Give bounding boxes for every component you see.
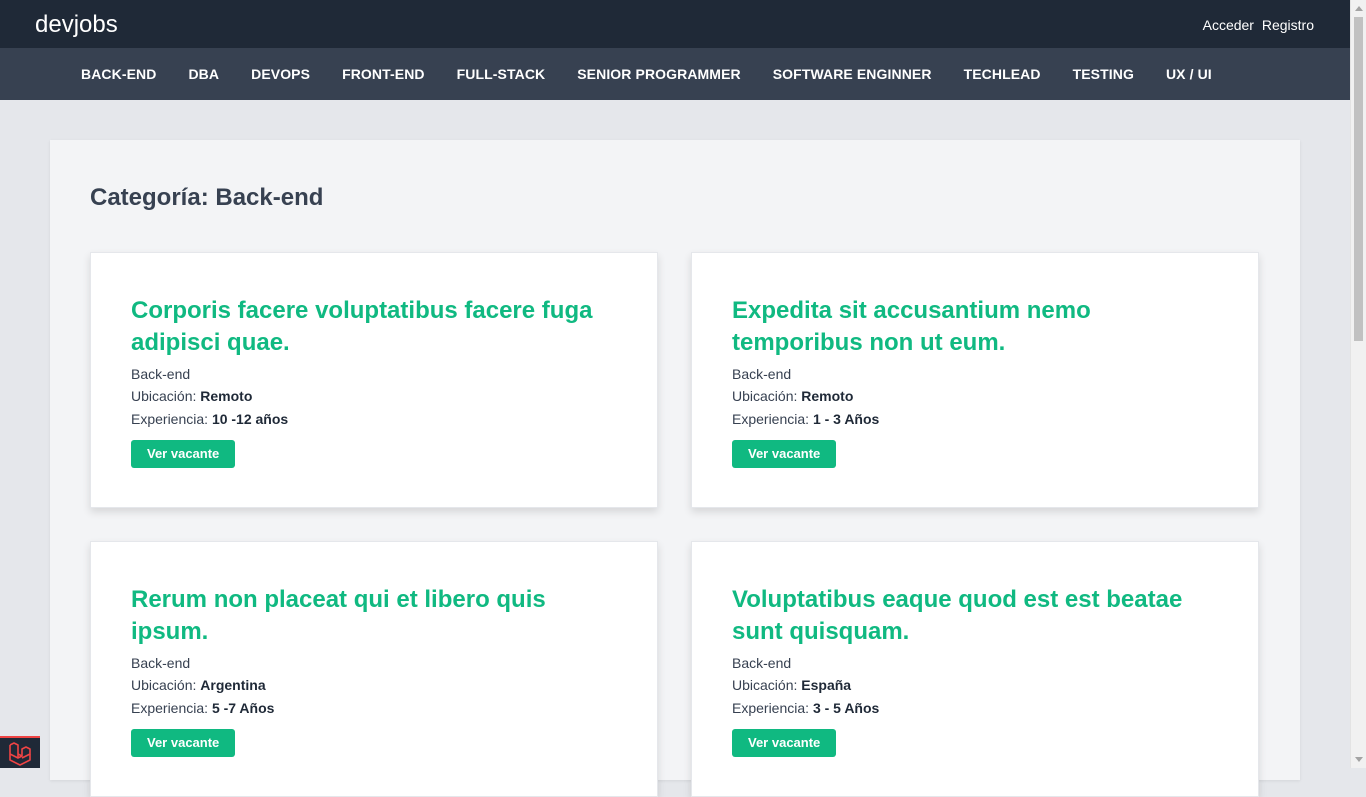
category-link-senior-programmer[interactable]: Senior Programmer [561, 66, 757, 82]
experience-value: 1 - 3 Años [812, 411, 880, 427]
experience-label: Experiencia: [131, 411, 209, 427]
location-label: Ubicación: [131, 388, 197, 404]
category-link-devops[interactable]: DevOps [235, 66, 326, 82]
category-link-techlead[interactable]: TechLead [948, 66, 1057, 82]
brand-logo-link[interactable]: devjobs [35, 11, 118, 39]
job-location: Ubicación: Argentina [131, 677, 266, 693]
category-navbar: Back-end DBA DevOps Front-end Full-Stack… [0, 48, 1350, 100]
experience-value: 5 -7 Años [211, 700, 275, 716]
category-link-testing[interactable]: Testing [1057, 66, 1150, 82]
job-title: Expedita sit accusantium nemo temporibus… [732, 297, 1091, 356]
job-location: Ubicación: Remoto [131, 388, 252, 404]
view-job-button[interactable]: Ver vacante [131, 440, 236, 468]
job-card: Expedita sit accusantium nemo temporibus… [691, 252, 1259, 508]
laravel-debug-badge[interactable] [0, 736, 40, 768]
job-card: Corporis facere voluptatibus facere fuga… [90, 252, 658, 508]
location-label: Ubicación: [732, 677, 798, 693]
experience-label: Experiencia: [732, 700, 810, 716]
scroll-down-arrow-icon[interactable] [1355, 757, 1363, 762]
scrollbar-thumb[interactable] [1354, 17, 1363, 341]
vertical-scrollbar[interactable] [1350, 0, 1366, 768]
category-link-back-end[interactable]: Back-end [65, 66, 172, 82]
job-experience: Experiencia: 10 -12 años [131, 411, 288, 427]
page-title-prefix: Categoría: [90, 184, 209, 211]
view-job-button[interactable]: Ver vacante [732, 440, 837, 468]
page-title-category: Back-end [215, 184, 324, 211]
job-title: Corporis facere voluptatibus facere fuga… [131, 297, 593, 356]
job-card: Voluptatibus eaque quod est est beatae s… [691, 541, 1259, 797]
category-link-full-stack[interactable]: Full-Stack [441, 66, 562, 82]
job-category: Back-end [732, 655, 792, 671]
main-panel: Categoría: Back-end Corporis facere volu… [50, 140, 1300, 797]
scroll-up-arrow-icon[interactable] [1355, 6, 1363, 11]
experience-value: 10 -12 años [211, 411, 289, 427]
location-value: España [801, 677, 852, 693]
location-label: Ubicación: [131, 677, 197, 693]
view-job-button[interactable]: Ver vacante [732, 729, 837, 757]
laravel-logo-icon [9, 742, 31, 766]
location-value: Argentina [200, 677, 266, 693]
register-link[interactable]: Registro [1262, 17, 1314, 33]
category-link-front-end[interactable]: Front-end [326, 66, 441, 82]
category-list: Back-end DBA DevOps Front-end Full-Stack… [65, 48, 1228, 100]
job-experience: Experiencia: 3 - 5 Años [732, 700, 879, 716]
experience-value: 3 - 5 Años [812, 700, 880, 716]
view-job-button[interactable]: Ver vacante [131, 729, 236, 757]
category-link-software-engineer[interactable]: Software Enginner [757, 66, 948, 82]
job-card: Rerum non placeat qui et libero quis ips… [90, 541, 658, 797]
job-location: Ubicación: España [732, 677, 851, 693]
auth-links: Acceder Registro [1199, 17, 1314, 33]
top-navbar: devjobs Acceder Registro [0, 0, 1350, 48]
job-title: Rerum non placeat qui et libero quis ips… [131, 586, 546, 645]
experience-label: Experiencia: [131, 700, 209, 716]
login-link[interactable]: Acceder [1203, 17, 1254, 33]
location-label: Ubicación: [732, 388, 798, 404]
job-experience: Experiencia: 1 - 3 Años [732, 411, 879, 427]
page-title: Categoría: Back-end [90, 184, 323, 212]
experience-label: Experiencia: [732, 411, 810, 427]
job-location: Ubicación: Remoto [732, 388, 853, 404]
job-category: Back-end [131, 655, 191, 671]
job-category: Back-end [131, 366, 191, 382]
location-value: Remoto [801, 388, 854, 404]
location-value: Remoto [200, 388, 253, 404]
job-title: Voluptatibus eaque quod est est beatae s… [732, 586, 1183, 645]
category-link-ux-ui[interactable]: UX / UI [1150, 66, 1228, 82]
job-experience: Experiencia: 5 -7 Años [131, 700, 274, 716]
job-category: Back-end [732, 366, 792, 382]
category-link-dba[interactable]: DBA [172, 66, 235, 82]
